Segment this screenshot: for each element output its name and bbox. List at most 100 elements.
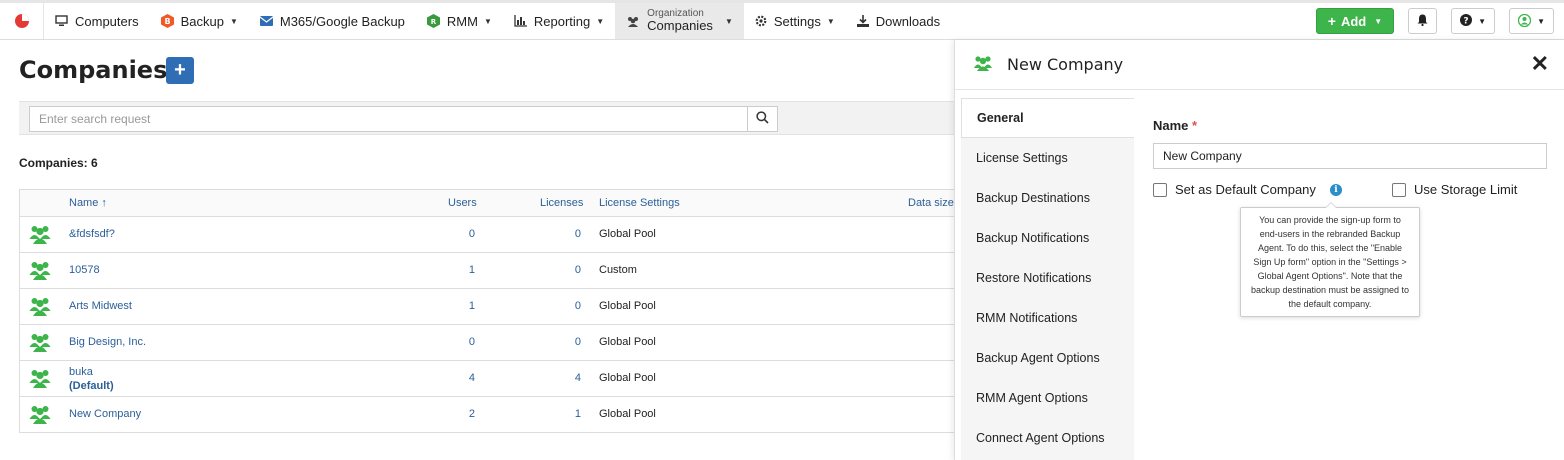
company-name-link[interactable]: Big Design, Inc. xyxy=(69,336,146,348)
column-header-license-settings[interactable]: License Settings xyxy=(599,197,680,209)
licenses-count[interactable]: 0 xyxy=(575,300,581,312)
search-bar: Enter search request xyxy=(19,101,954,135)
nav-settings[interactable]: Settings ▼ xyxy=(744,3,846,39)
column-header-users[interactable]: Users xyxy=(448,197,477,209)
tab-restore-notifications[interactable]: Restore Notifications xyxy=(961,258,1134,298)
company-avatar-icon xyxy=(29,368,51,391)
user-avatar-icon xyxy=(1517,13,1532,29)
company-name-link[interactable]: Arts Midwest xyxy=(69,300,132,312)
user-menu-button[interactable]: ▼ xyxy=(1509,8,1554,34)
info-tooltip: You can provide the sign-up form to end-… xyxy=(1240,202,1420,317)
search-button[interactable] xyxy=(747,106,778,132)
licenses-count[interactable]: 4 xyxy=(575,372,581,384)
logo-icon[interactable] xyxy=(0,3,44,39)
tab-connect-agent-options[interactable]: Connect Agent Options xyxy=(961,418,1134,458)
help-button[interactable]: ? ▼ xyxy=(1451,8,1496,34)
license-setting: Custom xyxy=(599,264,637,276)
licenses-count[interactable]: 0 xyxy=(575,228,581,240)
table-row: 10578 1 0 Custom xyxy=(20,253,954,289)
search-input[interactable]: Enter search request xyxy=(29,106,748,132)
companies-table: Name ↑ Users Licenses License Settings D… xyxy=(19,189,954,433)
licenses-count[interactable]: 1 xyxy=(575,408,581,420)
company-name-link[interactable]: 10578 xyxy=(69,264,100,276)
company-avatar-icon xyxy=(29,224,51,247)
license-setting: Global Pool xyxy=(599,372,656,384)
tab-backup-agent-options[interactable]: Backup Agent Options xyxy=(961,338,1134,378)
users-count[interactable]: 0 xyxy=(469,228,475,240)
nav-m365[interactable]: M365/Google Backup xyxy=(249,3,416,39)
tab-backup-notifications[interactable]: Backup Notifications xyxy=(961,218,1134,258)
add-company-button[interactable]: + xyxy=(166,57,194,84)
tab-general[interactable]: General xyxy=(961,98,1134,138)
users-count[interactable]: 4 xyxy=(469,372,475,384)
plus-icon: + xyxy=(174,59,186,81)
page-title: Companies xyxy=(19,56,168,84)
panel-title: New Company xyxy=(1007,55,1124,74)
companies-count: Companies: 6 xyxy=(19,156,98,170)
tab-rmm-notifications[interactable]: RMM Notifications xyxy=(961,298,1134,338)
chevron-down-icon: ▼ xyxy=(483,16,492,26)
info-icon[interactable]: i xyxy=(1329,183,1342,196)
notifications-button[interactable] xyxy=(1408,8,1438,34)
storage-limit-option: Use Storage Limit xyxy=(1392,182,1517,197)
close-icon[interactable]: ✕ xyxy=(1531,51,1549,77)
tab-rmm-agent-options[interactable]: RMM Agent Options xyxy=(961,378,1134,418)
company-name-link[interactable]: &fdsfsdf? xyxy=(69,228,115,240)
add-button-label: Add xyxy=(1340,13,1367,29)
nav-backup[interactable]: B Backup ▼ xyxy=(150,3,249,39)
storage-limit-checkbox[interactable] xyxy=(1392,182,1406,197)
general-form: Name * New Company Set as Default Compan… xyxy=(1153,118,1547,317)
chevron-down-icon: ▼ xyxy=(1537,16,1545,26)
new-company-panel: New Company ✕ General License Settings Bac… xyxy=(954,40,1564,460)
tab-license-settings[interactable]: License Settings xyxy=(961,138,1134,178)
users-icon xyxy=(626,16,640,27)
table-row: Arts Midwest 1 0 Global Pool xyxy=(20,289,954,325)
gear-icon xyxy=(755,15,767,27)
plus-icon: + xyxy=(1327,13,1336,29)
users-count[interactable]: 1 xyxy=(469,300,475,312)
search-icon xyxy=(756,111,769,127)
nav-computers-label: Computers xyxy=(75,13,139,29)
bar-chart-icon xyxy=(514,15,527,27)
nav-downloads-label: Downloads xyxy=(875,13,941,29)
nav-rmm[interactable]: R RMM ▼ xyxy=(416,3,503,39)
add-button[interactable]: + Add ▼ xyxy=(1315,8,1395,34)
svg-text:R: R xyxy=(431,18,437,26)
column-header-data-size[interactable]: Data size xyxy=(908,197,954,209)
licenses-count[interactable]: 0 xyxy=(575,264,581,276)
nav-reporting[interactable]: Reporting ▼ xyxy=(503,3,615,39)
users-icon xyxy=(973,55,993,74)
envelope-icon xyxy=(259,16,273,26)
chevron-down-icon: ▼ xyxy=(1374,16,1383,26)
storage-limit-label: Use Storage Limit xyxy=(1414,182,1518,197)
default-company-option: Set as Default Company i xyxy=(1153,182,1342,197)
column-header-name[interactable]: Name ↑ xyxy=(69,197,107,209)
chevron-down-icon: ▼ xyxy=(229,16,238,26)
nav-organization-companies[interactable]: Organization Companies ▼ xyxy=(615,3,744,39)
panel-header: New Company ✕ xyxy=(955,40,1564,90)
nav-computers[interactable]: Computers xyxy=(44,3,150,39)
tab-backup-destinations[interactable]: Backup Destinations xyxy=(961,178,1134,218)
licenses-count[interactable]: 0 xyxy=(575,336,581,348)
svg-text:?: ? xyxy=(1464,17,1469,27)
company-avatar-icon xyxy=(29,296,51,319)
table-row: buka (Default) 4 4 Global Pool xyxy=(20,361,954,397)
name-label: Name * xyxy=(1153,118,1198,133)
company-avatar-icon xyxy=(29,332,51,355)
default-company-checkbox[interactable] xyxy=(1153,182,1167,197)
default-company-label: Set as Default Company xyxy=(1175,182,1316,197)
company-name-link[interactable]: New Company xyxy=(69,408,141,420)
default-badge: (Default) xyxy=(69,380,114,392)
users-count[interactable]: 1 xyxy=(469,264,475,276)
license-setting: Global Pool xyxy=(599,228,656,240)
panel-tabs: General License Settings Backup Destinatio… xyxy=(961,98,1134,460)
users-count[interactable]: 2 xyxy=(469,408,475,420)
company-avatar-icon xyxy=(29,260,51,283)
column-header-licenses[interactable]: Licenses xyxy=(540,197,583,209)
nav-rmm-label: RMM xyxy=(446,13,478,29)
table-row: Big Design, Inc. 0 0 Global Pool xyxy=(20,325,954,361)
company-name-link[interactable]: buka xyxy=(69,366,93,378)
company-name-input[interactable]: New Company xyxy=(1153,143,1547,169)
users-count[interactable]: 0 xyxy=(469,336,475,348)
nav-downloads[interactable]: Downloads xyxy=(846,3,951,39)
